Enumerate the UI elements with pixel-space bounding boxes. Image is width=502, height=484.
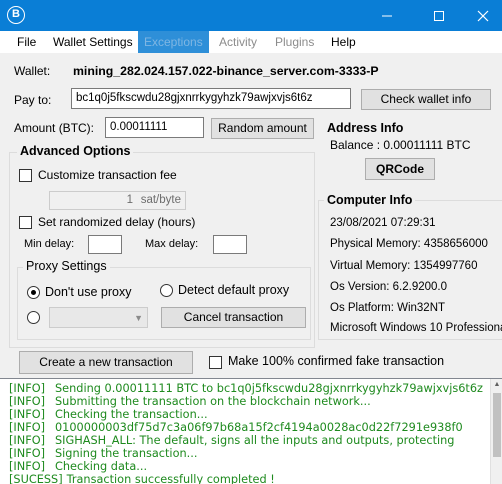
log-line: [SUCESS] Transaction successfully complet…: [9, 473, 275, 484]
detect-default-proxy-radio[interactable]: [160, 284, 173, 297]
pay-to-input[interactable]: bc1q0j5fkscwdu28gjxnrrkygyhzk79awjxvjs6t…: [71, 88, 351, 109]
maximize-button[interactable]: [416, 0, 462, 31]
fee-value: 1: [126, 194, 133, 206]
fake-transaction-checkbox[interactable]: [209, 356, 222, 369]
info-os-version: Os Version: 6.2.9200.0: [330, 281, 447, 293]
max-delay-label: Max delay:: [145, 238, 199, 250]
menu-exceptions[interactable]: Exceptions: [138, 31, 209, 53]
close-icon: [477, 10, 489, 22]
log-output[interactable]: [INFO] Sending 0.00011111 BTC to bc1q0j5f…: [0, 378, 502, 484]
menu-help[interactable]: Help: [325, 31, 362, 53]
info-datetime: 23/08/2021 07:29:31: [330, 217, 436, 229]
minimize-button[interactable]: [364, 0, 410, 31]
menu-bar: File Wallet Settings Exceptions Activity…: [0, 31, 502, 53]
menu-activity[interactable]: Activity: [213, 31, 263, 53]
fee-unit: sat/byte: [140, 194, 181, 206]
minimize-icon: [382, 15, 392, 17]
log-line: [INFO] SIGHASH_ALL: The default, signs al…: [9, 434, 455, 447]
randomized-delay-label: Set randomized delay (hours): [38, 215, 196, 229]
computer-info-title: Computer Info: [324, 193, 416, 207]
radio-selected-dot: [31, 290, 36, 295]
wallet-label: Wallet:: [14, 64, 51, 78]
custom-proxy-select[interactable]: ▼: [49, 307, 148, 328]
random-amount-button[interactable]: Random amount: [211, 118, 314, 139]
log-line: [INFO] Submitting the transaction on the …: [9, 395, 371, 408]
menu-plugins[interactable]: Plugins: [269, 31, 320, 53]
qrcode-button[interactable]: QRCode: [365, 158, 435, 180]
address-info-title: Address Info: [327, 121, 404, 135]
scroll-up-icon[interactable]: ▲: [491, 379, 502, 391]
amount-input[interactable]: 0.00011111: [105, 117, 204, 138]
amount-label: Amount (BTC):: [14, 121, 95, 135]
log-line: [INFO] Signing the transaction...: [9, 447, 198, 460]
maximize-icon: [434, 10, 444, 21]
info-virtual-memory: Virtual Memory: 1354997760: [330, 260, 478, 272]
bitcoin-logo-icon: B: [7, 6, 25, 24]
cancel-transaction-button[interactable]: Cancel transaction: [161, 307, 306, 328]
close-button[interactable]: [464, 0, 502, 31]
customize-fee-label: Customize transaction fee: [38, 168, 177, 182]
pay-to-label: Pay to:: [14, 93, 52, 107]
info-physical-memory: Physical Memory: 4358656000: [330, 238, 488, 250]
dont-use-proxy-radio[interactable]: [27, 286, 40, 299]
log-line: [INFO] 0100000003df75d7c3a06f97b68a15f2cf…: [9, 421, 463, 434]
scrollbar-thumb[interactable]: [493, 393, 501, 457]
randomized-delay-checkbox[interactable]: [19, 216, 32, 229]
advanced-options-title: Advanced Options: [17, 144, 134, 158]
info-os-name: Microsoft Windows 10 Professional: [330, 322, 502, 334]
log-line: [INFO] Checking data...: [9, 460, 148, 473]
log-line: [INFO] Sending 0.00011111 BTC to bc1q0j5f…: [9, 382, 483, 395]
menu-wallet-settings[interactable]: Wallet Settings: [47, 31, 139, 53]
custom-proxy-radio[interactable]: [27, 311, 40, 324]
detect-default-proxy-label: Detect default proxy: [178, 283, 290, 297]
wallet-value: mining_282.024.157.022-binance_server.co…: [73, 64, 379, 78]
menu-file[interactable]: File: [11, 31, 42, 53]
log-line: [INFO] Checking the transaction...: [9, 408, 208, 421]
fake-transaction-label: Make 100% confirmed fake transaction: [228, 354, 445, 368]
balance-text: Balance : 0.00011111 BTC: [330, 138, 471, 152]
fee-stepper: 1 sat/byte: [49, 191, 186, 210]
customize-fee-checkbox[interactable]: [19, 169, 32, 182]
max-delay-input[interactable]: [213, 235, 247, 254]
proxy-settings-group: [17, 267, 311, 340]
log-scrollbar[interactable]: ▲: [490, 379, 502, 484]
dont-use-proxy-label: Don't use proxy: [45, 285, 132, 299]
check-wallet-info-button[interactable]: Check wallet info: [361, 89, 491, 110]
title-bar[interactable]: B: [0, 0, 502, 31]
min-delay-input[interactable]: [88, 235, 122, 254]
create-transaction-button[interactable]: Create a new transaction: [19, 351, 193, 374]
min-delay-label: Min delay:: [24, 238, 75, 250]
chevron-down-icon: ▼: [134, 313, 143, 323]
info-os-platform: Os Platform: Win32NT: [330, 302, 446, 314]
proxy-settings-title: Proxy Settings: [23, 259, 110, 273]
